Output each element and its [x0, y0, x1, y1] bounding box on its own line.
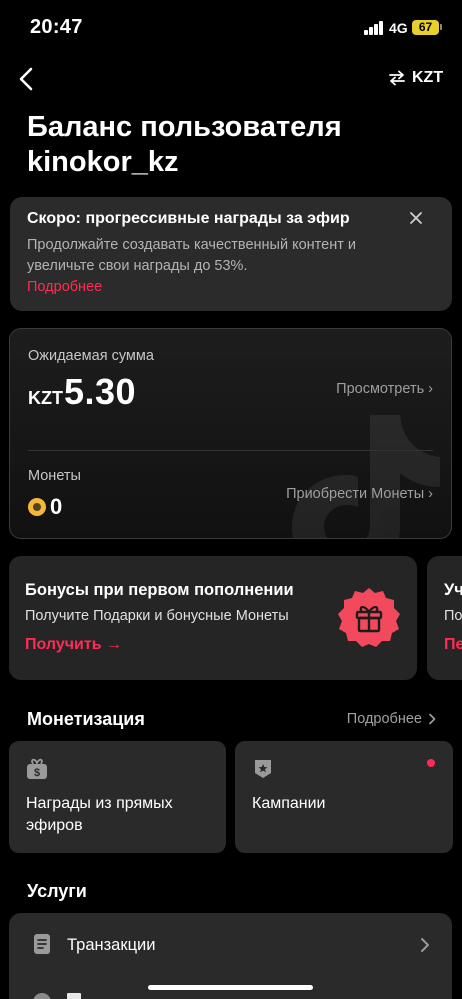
promo-get-button[interactable]: Получить → [25, 636, 122, 654]
first-topup-bonus-card[interactable]: Бонусы при первом пополнении Получите По… [9, 556, 417, 680]
home-indicator[interactable] [148, 985, 313, 990]
chevron-right-icon [429, 713, 436, 725]
notice-title: Скоро: прогрессивные награды за эфир [27, 210, 350, 227]
expected-amount-label: Ожидаемая сумма [28, 348, 154, 364]
status-bar: 20:47 4G 67 [0, 0, 462, 56]
svg-text:$: $ [34, 767, 40, 779]
view-button[interactable]: Просмотреть › [336, 381, 433, 397]
live-rewards-tile[interactable]: $ Награды из прямых эфиров [9, 741, 226, 853]
service-icon [33, 993, 51, 999]
page-title: Баланс пользователя kinokor_kz [27, 111, 342, 178]
battery-tip [440, 24, 442, 30]
document-icon [34, 934, 50, 954]
promo-title: Бонусы при первом пополнении [25, 581, 294, 599]
close-icon[interactable] [408, 210, 424, 226]
buy-coins-button[interactable]: Приобрести Монеты › [286, 486, 433, 502]
tiktok-watermark-icon [292, 415, 440, 538]
monetization-more-label: Подробнее [346, 711, 422, 727]
transactions-item[interactable]: Транзакции [9, 913, 452, 983]
coins-row: 0 [28, 494, 62, 520]
monetization-title: Монетизация [27, 709, 145, 729]
coins-label: Монеты [28, 468, 81, 484]
promo-subtitle: Получите Подарки и бонусные Монеты [25, 608, 289, 624]
currency-switch-button[interactable]: KZT [388, 66, 443, 90]
balance-card: Ожидаемая сумма KZT 5.30 Просмотреть › М… [9, 328, 452, 539]
promo2-link[interactable]: Пе [444, 636, 462, 654]
campaigns-label: Кампании [252, 795, 326, 812]
network-label: 4G [389, 20, 408, 36]
live-rewards-label: Награды из прямых эфиров [26, 795, 173, 834]
notice-more-link[interactable]: Подробнее [27, 279, 102, 295]
back-button[interactable] [14, 64, 40, 94]
gift-dollar-icon: $ [27, 758, 47, 779]
signal-icon [364, 21, 384, 35]
amount-currency: KZT [28, 388, 63, 408]
transactions-label: Транзакции [67, 936, 156, 954]
chevron-left-icon [19, 67, 33, 91]
notice-text: Продолжайте создавать качественный конте… [27, 237, 356, 274]
campaign-badge-icon [255, 760, 271, 778]
battery-icon: 67 [412, 20, 439, 35]
swap-arrows-icon [389, 70, 405, 86]
services-title: Услуги [27, 881, 87, 901]
coin-icon [28, 498, 46, 516]
notice-card: Скоро: прогрессивные награды за эфир Про… [10, 197, 452, 311]
secondary-promo-card[interactable]: Уч По Пе [427, 556, 462, 680]
service-label-partial [67, 993, 81, 999]
notification-dot [427, 759, 435, 767]
currency-label: KZT [412, 69, 444, 86]
screen: 20:47 4G 67 KZT Баланс пользователя kino… [0, 0, 462, 999]
expected-amount: KZT 5.30 [28, 371, 136, 413]
divider [28, 450, 433, 451]
promo2-title: Уч [444, 581, 462, 599]
promo2-subtitle: По [444, 608, 462, 624]
monetization-more-button[interactable]: Подробнее [347, 711, 436, 727]
amount-value: 5.30 [64, 371, 137, 412]
status-time: 20:47 [30, 16, 83, 38]
campaigns-tile[interactable]: Кампании [235, 741, 453, 853]
gift-badge-icon [338, 588, 400, 647]
chevron-right-icon [421, 938, 429, 952]
coins-value: 0 [50, 494, 63, 519]
